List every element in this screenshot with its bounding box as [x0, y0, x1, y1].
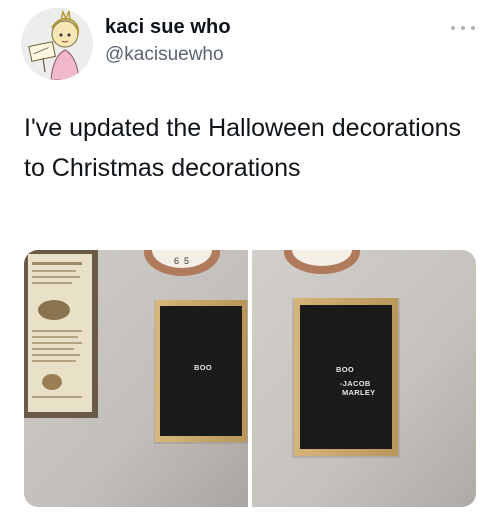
more-horizontal-icon — [451, 26, 455, 30]
tweet-media[interactable]: 6 5 BOO BOO -JACOB MARLEY — [24, 250, 476, 507]
author-handle[interactable]: @kacisuewho — [105, 44, 224, 66]
tweet-text: I've updated the Halloween decorations t… — [24, 114, 462, 182]
photo-christmas-image: BOO -JACOB MARLEY — [252, 250, 476, 507]
author-avatar[interactable] — [21, 8, 93, 80]
more-options-button[interactable] — [451, 20, 475, 36]
photo-halloween-image: 6 5 BOO — [24, 250, 248, 507]
photo-halloween[interactable]: 6 5 BOO — [24, 250, 248, 507]
board-text-line1: BOO — [336, 365, 354, 374]
board-text-line3: MARLEY — [342, 388, 375, 397]
cartoon-avatar-icon — [21, 8, 93, 80]
clock-numerals: 6 — [174, 256, 179, 266]
board-text-boo: BOO — [194, 363, 212, 372]
svg-text:5: 5 — [184, 256, 189, 266]
author-display-name[interactable]: kaci sue who — [105, 16, 231, 39]
tweet-header: kaci sue who @kacisuewho — [0, 0, 500, 90]
board-text-line2: -JACOB — [340, 379, 371, 388]
photo-christmas[interactable]: BOO -JACOB MARLEY — [252, 250, 476, 507]
